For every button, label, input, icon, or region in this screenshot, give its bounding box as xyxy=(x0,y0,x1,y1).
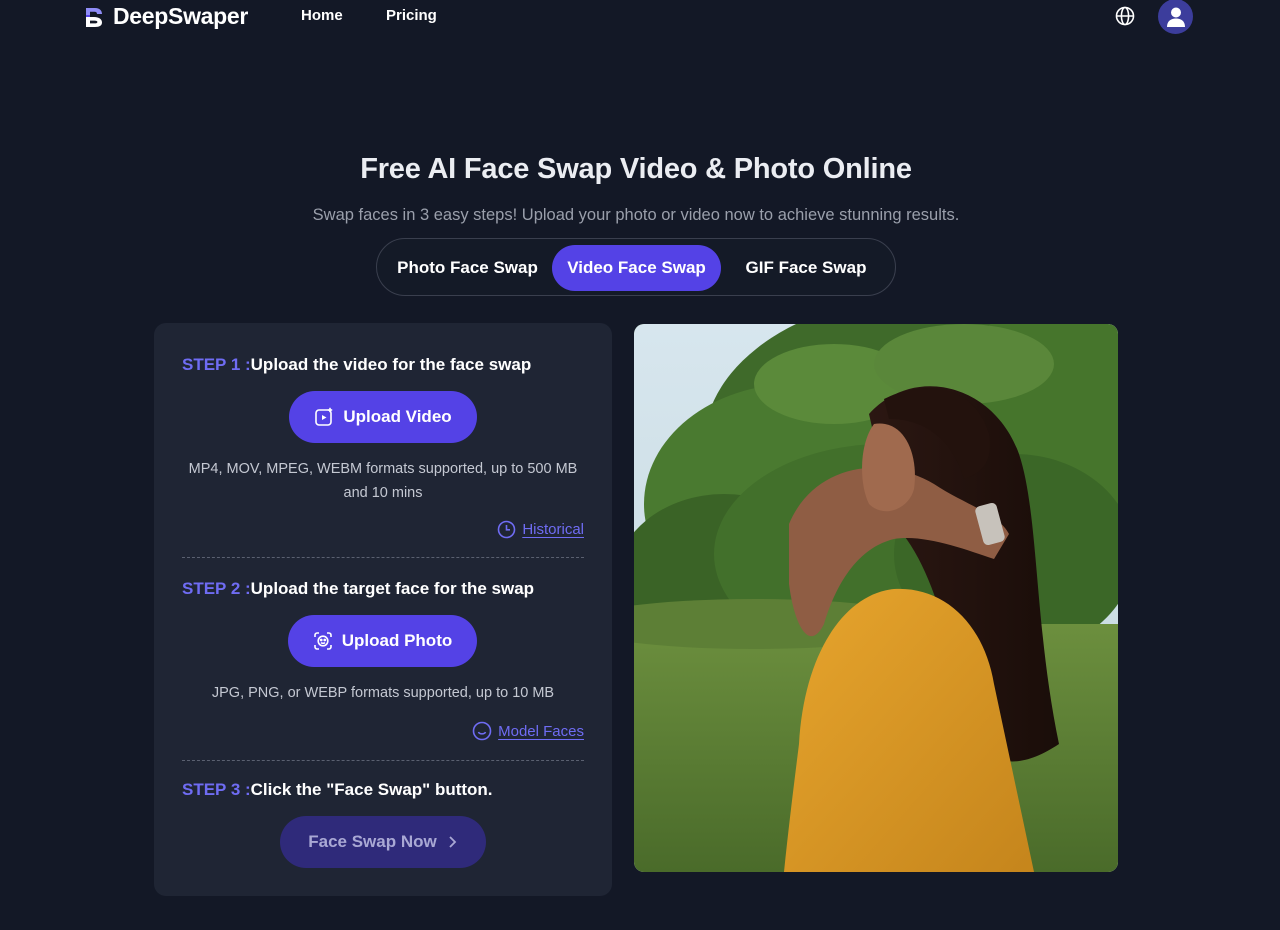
upload-photo-label: Upload Photo xyxy=(341,631,453,650)
historical-label: Historical xyxy=(522,521,584,538)
step-divider xyxy=(182,760,584,761)
model-faces-link[interactable]: Model Faces xyxy=(472,721,584,741)
step3-label: STEP 3 : xyxy=(182,780,251,799)
tab-gif-face-swap[interactable]: GIF Face Swap xyxy=(725,245,887,291)
face-swap-now-button[interactable]: Face Swap Now xyxy=(280,816,486,868)
chevron-right-icon xyxy=(449,836,457,848)
nav-pricing-link[interactable]: Pricing xyxy=(386,7,437,24)
step-divider xyxy=(182,557,584,558)
ds-logo-icon xyxy=(86,7,102,27)
smile-icon xyxy=(472,721,492,741)
tab-photo-face-swap[interactable]: Photo Face Swap xyxy=(385,245,550,291)
nav-home-link[interactable]: Home xyxy=(301,7,343,24)
mode-tabs: Photo Face Swap Video Face Swap GIF Face… xyxy=(376,238,896,296)
historical-link[interactable]: Historical xyxy=(497,520,584,539)
model-faces-label: Model Faces xyxy=(498,722,584,740)
top-navbar: DeepSwaper Home Pricing xyxy=(0,0,1280,34)
page-subtitle: Swap faces in 3 easy steps! Upload your … xyxy=(312,206,960,224)
step3-title: STEP 3 :Click the "Face Swap" button. xyxy=(182,780,493,800)
upload-photo-button[interactable]: Upload Photo xyxy=(288,615,477,667)
brand-logo[interactable]: DeepSwaper xyxy=(84,3,248,30)
page: DeepSwaper Home Pricing Free AI Face Swa… xyxy=(0,0,1280,930)
clock-icon xyxy=(498,520,516,539)
face-scan-icon xyxy=(313,632,332,650)
step2-label: STEP 2 : xyxy=(182,579,251,598)
upload-steps-card: STEP 1 :Upload the video for the face sw… xyxy=(154,323,612,896)
photo-format-hint: JPG, PNG, or WEBP formats supported, up … xyxy=(211,685,555,701)
tab-video-face-swap[interactable]: Video Face Swap xyxy=(552,245,721,291)
upload-video-label: Upload Video xyxy=(343,407,452,426)
step1-title: STEP 1 :Upload the video for the face sw… xyxy=(182,355,531,375)
sample-preview-image xyxy=(634,324,1118,872)
user-avatar-button[interactable] xyxy=(1158,0,1193,34)
page-title: Free AI Face Swap Video & Photo Online xyxy=(360,153,912,185)
globe-icon[interactable] xyxy=(1114,5,1136,27)
step1-label: STEP 1 : xyxy=(182,355,251,374)
face-swap-now-label: Face Swap Now xyxy=(308,832,437,851)
video-upload-icon xyxy=(315,407,333,426)
user-icon xyxy=(1166,7,1185,27)
video-format-hint: MP4, MOV, MPEG, WEBM formats supported, … xyxy=(188,461,578,501)
brand-name: DeepSwaper xyxy=(113,3,249,29)
step1-text: Upload the video for the face swap xyxy=(250,355,532,374)
step2-title: STEP 2 :Upload the target face for the s… xyxy=(182,579,534,599)
step3-text: Click the "Face Swap" button. xyxy=(250,780,493,799)
step2-text: Upload the target face for the swap xyxy=(250,579,535,598)
upload-video-button[interactable]: Upload Video xyxy=(289,391,477,443)
